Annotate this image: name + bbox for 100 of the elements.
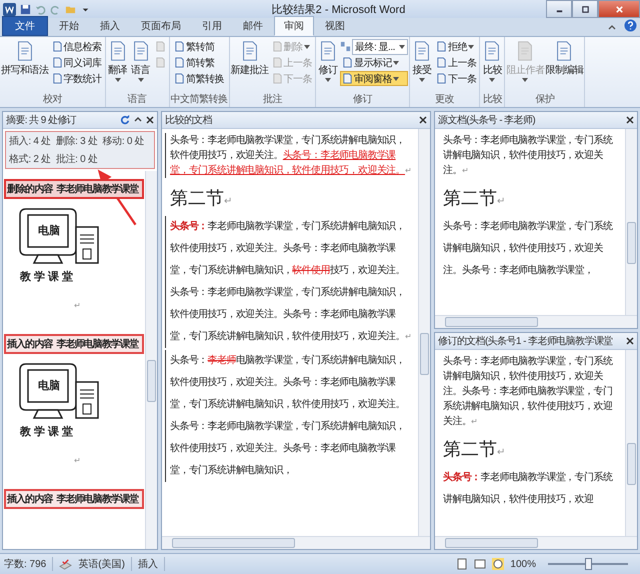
pane-title: 比较的文档 — [165, 114, 214, 127]
document-paragraph: 头条号：李老师电脑教学课堂，专门系统讲解电脑知识，软件使用技巧，欢迎关注。头条号：李老师电脑教学课堂，专门系统讲解电脑知识，软件使用技巧，欢迎关注。↵ — [165, 133, 414, 178]
document-paragraph: 头条号：李老师电脑教学课堂，专门系统讲解电脑知识，软件使用技巧，欢迎关注。头条号：李老师电脑教学课堂，专门系统讲解电脑知识，软件使用技巧，欢迎关注。头条号：李老师电脑教学课堂，专门系统讲解电脑知识，软件使用技巧，欢迎关注。头条号：李老师电脑教学课堂，专门系统讲解电脑知识，软件使用技巧，欢迎关注。↵ — [165, 216, 414, 348]
vertical-scrollbar[interactable] — [145, 171, 157, 549]
document-paragraph: 头条号：李老师电脑教学课堂，专门系统讲解电脑知识，软件使用技巧，欢迎关注。头条号：李老师电脑教学课堂，专门系统讲解电脑知识，软件使用技巧，欢迎关注。头条号：李老师电脑教学课堂，专门系统讲解电脑知识，软件使用技巧，欢迎关注。头条号：李老师电脑教学课堂，专门系统讲解电脑知识， — [165, 350, 414, 482]
document-icon — [154, 41, 166, 52]
caret-icon — [398, 44, 405, 48]
revision-count: 格式: 2 处 批注: 0 处 — [9, 152, 99, 166]
ribbon-button[interactable]: 新建批注 — [230, 39, 268, 92]
ribbon-button[interactable]: 语言 — [130, 39, 152, 92]
horizontal-scrollbar[interactable] — [435, 315, 637, 328]
document-icon — [342, 73, 353, 84]
ribbon-button[interactable]: 下一条 — [434, 71, 478, 86]
help-icon[interactable] — [624, 19, 637, 32]
document-paragraph: 头条号：李老师电脑教学课堂，专门系统讲解电脑知识，软件使用技巧，欢迎关注。头条号：李老师电脑教学课堂， — [443, 220, 614, 278]
ribbon-button[interactable]: 简转繁 — [172, 55, 226, 70]
insert-mode-indicator[interactable]: 插入 — [138, 557, 165, 571]
zoom-slider-thumb[interactable] — [585, 558, 592, 570]
section-heading: 第二节↵ — [170, 187, 233, 210]
ribbon-button[interactable]: 字数统计 — [50, 71, 104, 86]
language-indicator[interactable]: 英语(美国) — [78, 557, 132, 571]
ribbon-button[interactable]: 信息检索 — [50, 39, 104, 54]
ribbon-button[interactable]: 显示标记 — [340, 55, 408, 70]
ribbon-tab[interactable]: 审阅 — [274, 16, 314, 36]
document-icon — [436, 57, 447, 68]
ribbon-button[interactable]: 拒绝 — [434, 39, 478, 54]
save-icon[interactable] — [20, 4, 31, 14]
computer-clipart-drawing: 电脑 教 学 课 堂 — [14, 362, 106, 442]
document-paragraph: 头条号：李老师电脑教学课堂，专门系统讲解电脑知识，软件使用技巧，欢迎关注。头条号：李老师电脑教学课堂，专门系统讲解电脑知识，软件使用技巧，欢迎关注。↵ — [443, 354, 614, 429]
close-icon[interactable] — [419, 116, 427, 124]
document-icon — [436, 73, 447, 84]
revision-entry[interactable]: 插入的内容 李老师电脑教学课堂 — [4, 334, 144, 354]
document-icon — [154, 57, 166, 68]
word-logo-icon[interactable] — [3, 2, 16, 16]
caret-icon — [393, 60, 399, 64]
zoom-level[interactable]: 100% — [510, 558, 542, 570]
paragraph-mark: ↵ — [74, 456, 81, 465]
revision-count: 插入: 4 处 删除: 3 处 移动: 0 处 — [9, 134, 146, 148]
document-paragraph: 头条号：李老师电脑教学课堂，专门系统讲解电脑知识，软件使用技巧，欢迎 — [443, 470, 614, 507]
close-icon[interactable] — [626, 116, 634, 124]
ribbon-button[interactable]: 审阅窗格 — [340, 71, 408, 86]
pane-title: 源文档(头条号 - 李老师) — [438, 114, 536, 127]
ribbon-button[interactable]: 同义词库 — [50, 55, 104, 70]
ribbon-tab[interactable]: 插入 — [90, 16, 130, 36]
proofing-icon[interactable] — [59, 558, 72, 570]
document-icon — [52, 41, 62, 52]
ribbon-button[interactable]: 比较 — [481, 39, 504, 92]
caret-icon — [468, 44, 474, 48]
vertical-scrollbar[interactable] — [625, 350, 637, 536]
maximize-icon — [580, 4, 590, 14]
ribbon-button[interactable]: 翻译 — [106, 39, 128, 92]
document-icon — [342, 57, 353, 68]
close-button[interactable] — [598, 0, 640, 18]
file-tab[interactable]: 文件 — [2, 16, 48, 36]
full-screen-icon[interactable] — [474, 558, 486, 570]
document-icon — [174, 73, 185, 84]
document-icon — [174, 57, 185, 68]
ribbon-button[interactable]: 拼写和语法 — [1, 39, 48, 92]
print-layout-icon[interactable] — [456, 558, 468, 570]
maximize-button[interactable] — [572, 0, 598, 18]
ribbon-button[interactable]: 上一条 — [434, 55, 478, 70]
ribbon-button[interactable]: 繁转简 — [172, 39, 226, 54]
computer-clipart-drawing: 电脑 教 学 课 堂 — [14, 207, 106, 287]
document-icon — [174, 41, 185, 52]
group-label: 中文简繁转换 — [170, 92, 228, 107]
horizontal-scrollbar[interactable] — [162, 536, 430, 549]
document-icon — [436, 41, 447, 52]
caret-icon — [304, 44, 310, 48]
ribbon-button[interactable]: 修订 — [317, 39, 339, 92]
document-icon — [272, 41, 282, 52]
document-icon — [52, 57, 62, 68]
refresh-icon[interactable] — [120, 115, 130, 125]
caret-icon — [522, 78, 528, 82]
horizontal-scrollbar[interactable] — [435, 536, 637, 549]
compare-icon — [340, 41, 351, 52]
ribbon-button[interactable]: 接受 — [410, 39, 433, 92]
vertical-scrollbar[interactable] — [625, 129, 637, 315]
web-layout-icon[interactable] — [492, 558, 504, 570]
caret-icon — [393, 76, 399, 80]
ribbon-button[interactable]: 简繁转换 — [172, 71, 226, 86]
ribbon-tab[interactable]: 页面布局 — [131, 16, 191, 36]
vertical-scrollbar[interactable] — [418, 129, 430, 536]
ribbon-button[interactable]: 限制编辑 — [545, 39, 584, 92]
revision-entry[interactable]: 删除的内容 李老师电脑教学课堂 — [4, 179, 144, 199]
window-title: 比较结果2 - Microsoft Word — [270, 2, 406, 16]
caret-icon — [418, 78, 425, 82]
paragraph-mark: ↵ — [74, 301, 81, 310]
ribbon-tab[interactable]: 引用 — [192, 16, 232, 36]
close-icon[interactable] — [626, 337, 634, 345]
ribbon-tab[interactable]: 视图 — [315, 16, 355, 36]
caret-icon — [138, 78, 144, 82]
document-icon — [272, 73, 282, 84]
ribbon-tab[interactable]: 邮件 — [233, 16, 273, 36]
close-icon[interactable] — [146, 116, 154, 124]
group-label: 语言 — [126, 92, 148, 107]
revision-entry[interactable]: 插入的内容 李老师电脑教学课堂 — [4, 489, 144, 509]
word-count[interactable]: 字数: 796 — [4, 557, 54, 571]
ribbon-tab[interactable]: 开始 — [49, 16, 89, 36]
group-label: 修订 — [352, 93, 374, 107]
close-icon — [614, 4, 624, 14]
